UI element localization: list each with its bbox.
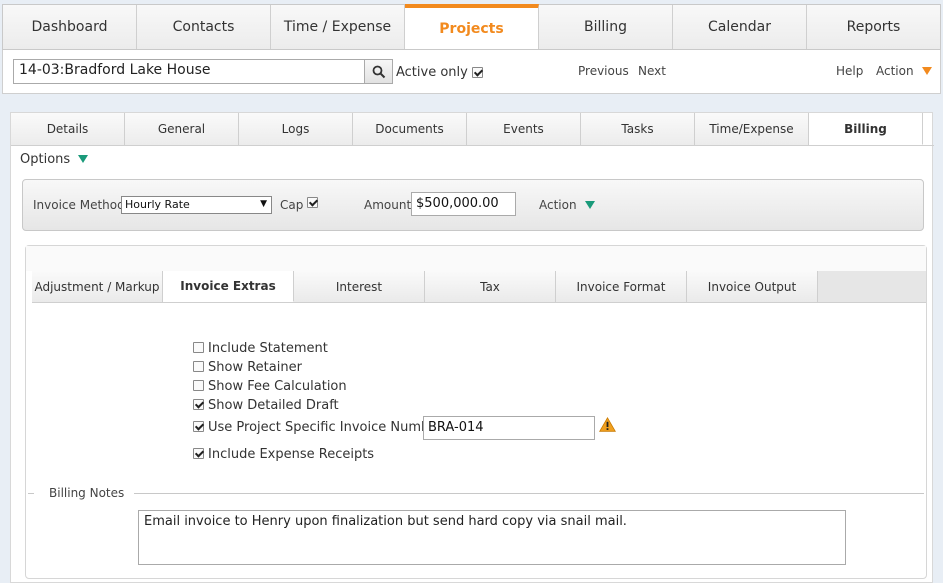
tab-tasks[interactable]: Tasks [581,113,695,145]
show-detailed-draft-label: Show Detailed Draft [208,398,339,413]
include-statement-option[interactable]: Include Statement [193,341,328,356]
project-search-input[interactable]: 14-03:Bradford Lake House [13,59,365,84]
options-menu[interactable]: Options [20,152,89,167]
tab-interest[interactable]: Interest [294,271,425,302]
tab-logs[interactable]: Logs [239,113,353,145]
search-button[interactable] [364,59,393,84]
show-retainer-label: Show Retainer [208,360,302,375]
amount-label: Amount [364,198,412,212]
dropdown-arrow-icon: ▼ [260,199,267,209]
show-fee-calculation-label: Show Fee Calculation [208,379,347,394]
show-retainer-checkbox[interactable] [193,361,204,372]
help-link[interactable]: Help [836,64,863,78]
nav-tab-reports[interactable]: Reports [807,5,940,49]
show-fee-calculation-checkbox[interactable] [193,380,204,391]
billing-action-menu[interactable]: Action [539,198,596,212]
tab-invoice-output[interactable]: Invoice Output [687,271,818,302]
action-menu[interactable]: Action [876,64,933,78]
project-invoice-number-label: Use Project Specific Invoice Number [208,420,443,435]
show-fee-calculation-option[interactable]: Show Fee Calculation [193,379,347,394]
billing-action-label: Action [539,198,577,212]
nav-tab-projects[interactable]: Projects [405,4,539,49]
project-subtabs: Details General Logs Documents Events Ta… [11,113,934,146]
project-invoice-number-checkbox[interactable] [193,421,204,432]
billing-notes-label: Billing Notes [49,486,125,500]
divider [28,493,34,494]
include-expense-receipts-checkbox[interactable] [193,448,204,459]
tab-tax[interactable]: Tax [425,271,556,302]
tab-invoice-format[interactable]: Invoice Format [556,271,687,302]
cap-label: Cap [280,198,304,212]
tab-documents[interactable]: Documents [353,113,467,145]
show-retainer-option[interactable]: Show Retainer [193,360,302,375]
chevron-down-icon [585,201,596,209]
chevron-down-icon [922,67,933,75]
invoice-method-label: Invoice Method [33,198,125,212]
tab-adjustment-markup[interactable]: Adjustment / Markup [32,271,163,302]
options-label: Options [20,152,71,167]
invoice-settings-tabs: Adjustment / Markup Invoice Extras Inter… [32,271,926,303]
invoice-method-bar: Invoice Method Hourly Rate ▼ Cap Amount … [22,179,924,231]
nav-tab-dashboard[interactable]: Dashboard [3,5,137,49]
nav-tab-contacts[interactable]: Contacts [137,5,271,49]
invoice-settings-panel: Adjustment / Markup Invoice Extras Inter… [25,245,927,579]
action-label: Action [876,64,914,78]
search-icon [372,65,385,78]
project-search-bar: 14-03:Bradford Lake House Active only Pr… [2,50,941,94]
nav-tab-calendar[interactable]: Calendar [673,5,807,49]
next-link[interactable]: Next [638,64,666,78]
amount-input[interactable]: $500,000.00 [411,192,516,216]
show-detailed-draft-option[interactable]: Show Detailed Draft [193,398,339,413]
previous-link[interactable]: Previous [578,64,629,78]
tab-details[interactable]: Details [11,113,125,145]
invoice-method-value: Hourly Rate [125,198,190,211]
invoice-number-input[interactable]: BRA-014 [423,416,595,440]
billing-notes-legend: Billing Notes [26,486,928,500]
include-statement-checkbox[interactable] [193,342,204,353]
tab-time-expense[interactable]: Time/Expense [695,113,809,145]
invoice-method-select[interactable]: Hourly Rate ▼ [121,196,272,214]
active-only-checkbox[interactable] [471,67,483,78]
billing-notes-textarea[interactable]: Email invoice to Henry upon finalization… [138,510,846,565]
tab-billing[interactable]: Billing [809,113,923,145]
tab-general[interactable]: General [125,113,239,145]
top-nav: Dashboard Contacts Time / Expense Projec… [2,4,941,50]
warning-icon [599,417,616,432]
tab-invoice-extras[interactable]: Invoice Extras [163,271,294,302]
nav-tab-time-expense[interactable]: Time / Expense [271,5,405,49]
include-expense-receipts-label: Include Expense Receipts [208,447,375,462]
tab-events[interactable]: Events [467,113,581,145]
include-statement-label: Include Statement [208,341,328,356]
show-detailed-draft-checkbox[interactable] [193,399,204,410]
divider [134,493,924,494]
project-invoice-number-option[interactable]: Use Project Specific Invoice Number [193,420,443,435]
chevron-down-icon [78,155,89,163]
active-only-label: Active only [396,65,468,80]
include-expense-receipts-option[interactable]: Include Expense Receipts [193,447,374,462]
panel-header [26,246,926,271]
active-only-toggle[interactable]: Active only [396,65,483,80]
project-panel: Details General Logs Documents Events Ta… [10,112,934,583]
cap-checkbox[interactable] [307,197,318,208]
nav-tab-billing[interactable]: Billing [539,5,673,49]
